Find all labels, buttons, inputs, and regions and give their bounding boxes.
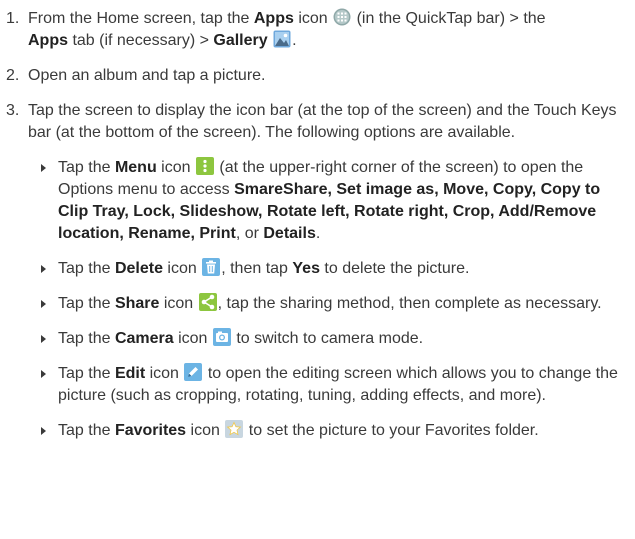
trash-icon [202, 258, 221, 276]
step-text: icon [293, 10, 333, 27]
step-3: 3. Tap the screen to display the icon ba… [6, 100, 629, 144]
bullet-text: Tap the [58, 365, 115, 382]
step-text: Open an album and tap a picture. [28, 67, 266, 84]
edit-icon [184, 363, 203, 381]
edit-label: Edit [114, 365, 146, 382]
bullet-text: icon [145, 365, 184, 382]
step-text: . [292, 32, 297, 49]
bullet-text: Tap the [58, 159, 115, 176]
list-item-camera: Tap the Camera icon to switch to camera … [6, 328, 629, 350]
step-number: 2. [6, 67, 20, 84]
list-item-edit: Tap the Edit icon to open the editing sc… [6, 363, 629, 407]
list-item-share: Tap the Share icon , tap the sharing met… [6, 293, 629, 315]
bullet-arrow-icon [41, 265, 46, 273]
bullet-text: icon [156, 159, 195, 176]
options-list: Tap the Menu icon (at the upper-right co… [6, 157, 629, 442]
bullet-text: . [315, 225, 321, 242]
share-label: Share [114, 295, 160, 312]
bullet-text: icon [162, 260, 202, 277]
list-item-delete: Tap the Delete icon , then tap Yes to de… [6, 258, 629, 280]
apps-grid-icon [333, 8, 351, 26]
menu-label: Menu [114, 159, 157, 176]
bullet-arrow-icon [41, 164, 46, 172]
step-1: 1. From the Home screen, tap the Apps ic… [6, 8, 629, 52]
gallery-icon [273, 30, 291, 48]
camera-icon [212, 328, 231, 346]
bullet-text: , or [235, 225, 264, 242]
bullet-text: , then tap [221, 260, 293, 277]
bullet-text: Tap the [58, 260, 115, 277]
camera-label: Camera [114, 330, 174, 347]
list-item-favorites: Tap the Favorites icon to set the pictur… [6, 420, 629, 442]
bullet-text: to switch to camera mode. [231, 330, 424, 347]
bullet-arrow-icon [41, 335, 46, 343]
instructions-page: 1. From the Home screen, tap the Apps ic… [0, 0, 635, 539]
bullet-text: to delete the picture. [319, 260, 470, 277]
bullet-text: Tap the [58, 422, 115, 439]
yes-label: Yes [292, 260, 320, 277]
step-2: 2. Open an album and tap a picture. [6, 65, 629, 87]
share-icon [198, 293, 217, 311]
bullet-text: icon [186, 422, 225, 439]
bullet-text: , tap the sharing method, then complete … [217, 295, 602, 312]
gallery-label: Gallery [213, 32, 268, 49]
bullet-arrow-icon [41, 370, 46, 378]
step-number: 1. [6, 10, 20, 27]
bullet-text: icon [159, 295, 198, 312]
star-icon [225, 420, 244, 438]
step-text: From the Home screen, tap the [28, 10, 254, 27]
apps-tab-label: Apps [28, 32, 68, 49]
bullet-text: to set the picture to your Favorites fol… [244, 422, 539, 439]
favorites-label: Favorites [114, 422, 187, 439]
step-text: (in the QuickTap bar) > the [352, 10, 546, 27]
menu-icon [195, 157, 214, 175]
details-label: Details [263, 225, 316, 242]
step-text: Tap the screen to display the icon bar (… [28, 102, 617, 141]
bullet-text: icon [173, 330, 212, 347]
bullet-text: Tap the [58, 330, 115, 347]
delete-label: Delete [114, 260, 163, 277]
apps-label: Apps [253, 10, 294, 27]
step-number: 3. [6, 102, 20, 119]
list-item-menu: Tap the Menu icon (at the upper-right co… [6, 157, 629, 245]
bullet-text: Tap the [58, 295, 115, 312]
step-text: tab (if necessary) > [68, 32, 214, 49]
bullet-arrow-icon [41, 427, 46, 435]
bullet-arrow-icon [41, 300, 46, 308]
